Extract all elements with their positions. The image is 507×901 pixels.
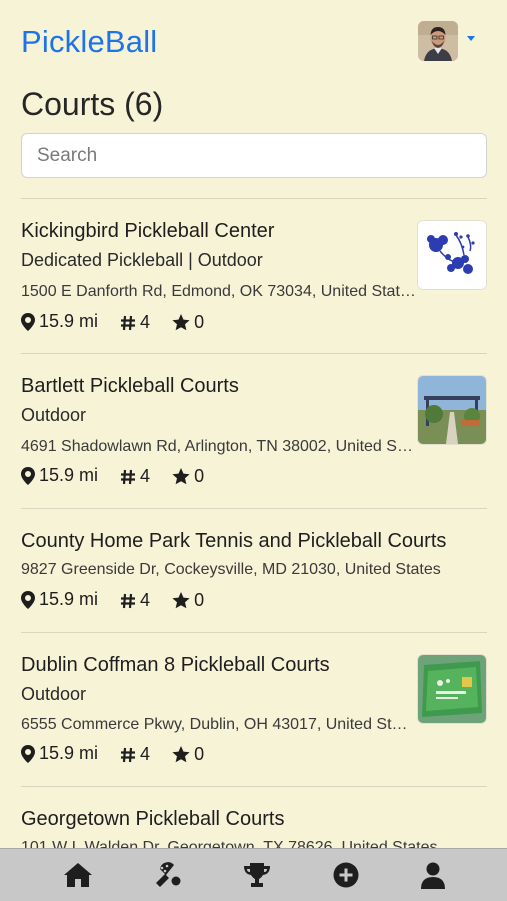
divider [21,786,487,787]
divider [21,198,487,199]
list-item[interactable]: Bartlett Pickleball Courts Outdoor 4691 … [21,375,487,489]
tab-add[interactable] [330,861,362,889]
distance-stat: 15.9 mi [21,743,98,764]
divider [21,353,487,354]
distance-value: 15.9 mi [39,743,99,763]
court-count-stat: 4 [120,744,150,765]
distance-stat: 15.9 mi [21,589,98,610]
map-marker-icon [21,312,35,331]
court-name: Georgetown Pickleball Courts [21,808,285,830]
paddle-ball-icon [156,862,181,887]
star-icon [172,313,190,330]
court-count-value: 4 [140,466,151,486]
rating-stat: 0 [172,590,204,611]
divider [21,508,487,509]
court-count-stat: 4 [120,590,150,611]
app-header: PickleBall [0,0,507,86]
court-name: Kickingbird Pickleball Center [21,220,275,242]
brand-logo[interactable]: PickleBall [21,24,157,60]
distance-value: 15.9 mi [39,311,99,331]
star-icon [172,467,190,484]
rating-value: 0 [194,743,205,764]
star-icon [172,745,190,762]
map-marker-icon [21,590,35,609]
distance-stat: 15.9 mi [21,311,98,332]
court-count-stat: 4 [120,312,150,333]
user-icon [421,862,445,889]
court-count-value: 4 [140,744,151,764]
court-thumbnail [417,375,487,445]
hashtag-icon [121,469,136,484]
court-address: 4691 Shadowlawn Rd, Arlington, TN 38002,… [21,438,416,455]
tab-profile[interactable] [417,861,449,889]
list-item[interactable]: County Home Park Tennis and Pickleball C… [21,530,487,614]
list-item[interactable]: Kickingbird Pickleball Center Dedicated … [21,220,487,334]
page-title: Courts (6) [21,86,164,122]
court-address: 9827 Greenside Dr, Cockeysville, MD 2103… [21,561,441,578]
court-address: 6555 Commerce Pkwy, Dublin, OH 43017, Un… [21,716,416,733]
court-stats: 15.9 mi 4 0 [21,743,221,765]
court-address: 1500 E Danforth Rd, Edmond, OK 73034, Un… [21,283,416,300]
tab-tournaments[interactable] [241,861,273,889]
star-icon [172,591,190,608]
court-name: Dublin Coffman 8 Pickleball Courts [21,654,330,676]
court-count-value: 4 [140,590,151,610]
trophy-icon [244,863,270,887]
court-type: Outdoor [21,405,87,425]
map-marker-icon [21,744,35,763]
rating-value: 0 [194,311,205,332]
home-icon [64,863,92,887]
divider [21,632,487,633]
court-stats: 15.9 mi 4 0 [21,465,221,487]
search-input[interactable] [21,133,487,178]
tab-play[interactable] [152,861,184,889]
court-thumbnail [417,220,487,290]
distance-value: 15.9 mi [39,465,99,485]
hashtag-icon [121,315,136,330]
court-name: County Home Park Tennis and Pickleball C… [21,530,447,552]
bottom-tab-bar [0,848,507,901]
court-name: Bartlett Pickleball Courts [21,375,239,397]
court-count-stat: 4 [120,466,150,487]
distance-value: 15.9 mi [39,589,99,609]
list-item[interactable]: Dublin Coffman 8 Pickleball Courts Outdo… [21,654,487,768]
court-type: Outdoor [21,684,87,704]
avatar[interactable] [418,21,458,61]
chevron-down-icon[interactable] [467,36,475,41]
rating-stat: 0 [172,312,204,333]
add-circle-icon [333,862,359,888]
court-address: 101 W L Walden Dr, Georgetown, TX 78626,… [21,839,438,848]
tab-home[interactable] [62,861,94,889]
hashtag-icon [121,593,136,608]
rating-value: 0 [194,589,205,610]
main-content: PickleBall Courts (6) Kickingbird Pickle… [0,0,507,848]
court-count-value: 4 [140,312,151,332]
hashtag-icon [121,747,136,762]
court-type: Dedicated Pickleball | Outdoor [21,250,263,270]
list-item[interactable]: Georgetown Pickleball Courts 101 W L Wal… [21,808,487,848]
rating-stat: 0 [172,744,204,765]
rating-value: 0 [194,465,205,486]
court-stats: 15.9 mi 4 0 [21,311,221,333]
court-thumbnail [417,654,487,724]
court-stats: 15.9 mi 4 0 [21,589,221,611]
rating-stat: 0 [172,466,204,487]
map-marker-icon [21,466,35,485]
distance-stat: 15.9 mi [21,465,98,486]
